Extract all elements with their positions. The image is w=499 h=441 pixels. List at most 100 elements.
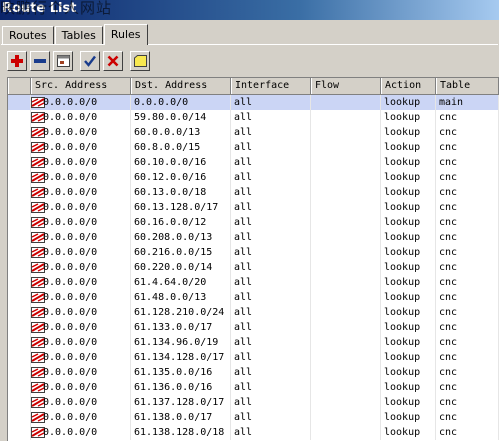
interface-cell: all: [231, 95, 311, 110]
row-flag-cell: [8, 140, 31, 155]
table-row[interactable]: 0.0.0.0/0 59.80.0.0/14 all lookup cnc: [8, 110, 499, 125]
flow-cell: [311, 365, 381, 380]
interface-cell: all: [231, 395, 311, 410]
table-row[interactable]: 0.0.0.0/0 60.12.0.0/16 all lookup cnc: [8, 170, 499, 185]
table-row[interactable]: 0.0.0.0/0 61.48.0.0/13 all lookup cnc: [8, 290, 499, 305]
table-header: Src. Address Dst. Address Interface Flow…: [8, 78, 499, 95]
src-address-text: 0.0.0.0/0: [43, 172, 98, 183]
src-address-cell: 0.0.0.0/0: [31, 95, 131, 110]
dst-address-cell: 60.10.0.0/16: [131, 155, 231, 170]
src-address-text: 0.0.0.0/0: [43, 142, 98, 153]
table-row[interactable]: 0.0.0.0/0 60.0.0.0/13 all lookup cnc: [8, 125, 499, 140]
dst-address-cell: 0.0.0.0/0: [131, 95, 231, 110]
table-cell: cnc: [436, 350, 499, 365]
action-cell: lookup: [381, 335, 436, 350]
interface-cell: all: [231, 425, 311, 440]
src-address-text: 0.0.0.0/0: [43, 127, 98, 138]
column-header-flags[interactable]: [8, 78, 31, 94]
table-row[interactable]: 0.0.0.0/0 0.0.0.0/0 all lookup main: [8, 95, 499, 110]
table-row[interactable]: 0.0.0.0/0 61.133.0.0/17 all lookup cnc: [8, 320, 499, 335]
table-row[interactable]: 0.0.0.0/0 60.13.0.0/18 all lookup cnc: [8, 185, 499, 200]
src-address-cell: 0.0.0.0/0: [31, 290, 131, 305]
flow-cell: [311, 215, 381, 230]
row-flag-cell: [8, 155, 31, 170]
table-row[interactable]: 0.0.0.0/0 61.136.0.0/16 all lookup cnc: [8, 380, 499, 395]
column-header-src[interactable]: Src. Address: [31, 78, 131, 94]
rules-table: Src. Address Dst. Address Interface Flow…: [7, 77, 499, 441]
src-address-text: 0.0.0.0/0: [43, 307, 98, 318]
src-address-text: 0.0.0.0/0: [43, 292, 98, 303]
table-row[interactable]: 0.0.0.0/0 61.4.64.0/20 all lookup cnc: [8, 275, 499, 290]
tab-tables[interactable]: Tables: [54, 26, 103, 45]
dst-address-cell: 60.8.0.0/15: [131, 140, 231, 155]
action-cell: lookup: [381, 425, 436, 440]
table-row[interactable]: 0.0.0.0/0 61.134.128.0/17 all lookup cnc: [8, 350, 499, 365]
enable-button[interactable]: [80, 51, 100, 71]
interface-cell: all: [231, 200, 311, 215]
row-flag-cell: [8, 125, 31, 140]
src-address-cell: 0.0.0.0/0: [31, 155, 131, 170]
table-cell: cnc: [436, 305, 499, 320]
table-row[interactable]: 0.0.0.0/0 61.137.128.0/17 all lookup cnc: [8, 395, 499, 410]
action-cell: lookup: [381, 260, 436, 275]
flow-cell: [311, 95, 381, 110]
table-row[interactable]: 0.0.0.0/0 61.138.0.0/17 all lookup cnc: [8, 410, 499, 425]
table-row[interactable]: 0.0.0.0/0 60.13.128.0/17 all lookup cnc: [8, 200, 499, 215]
dst-address-cell: 61.138.128.0/18: [131, 425, 231, 440]
table-cell: cnc: [436, 320, 499, 335]
dst-address-cell: 60.0.0.0/13: [131, 125, 231, 140]
dst-address-cell: 61.138.0.0/17: [131, 410, 231, 425]
src-address-cell: 0.0.0.0/0: [31, 125, 131, 140]
rules-panel: Src. Address Dst. Address Interface Flow…: [1, 44, 499, 441]
src-address-text: 0.0.0.0/0: [43, 382, 98, 393]
dst-address-cell: 60.13.128.0/17: [131, 200, 231, 215]
flow-cell: [311, 245, 381, 260]
row-flag-cell: [8, 335, 31, 350]
table-row[interactable]: 0.0.0.0/0 60.8.0.0/15 all lookup cnc: [8, 140, 499, 155]
row-flag-cell: [8, 185, 31, 200]
src-address-text: 0.0.0.0/0: [43, 232, 98, 243]
disable-button[interactable]: [103, 51, 123, 71]
table-row[interactable]: 0.0.0.0/0 60.220.0.0/14 all lookup cnc: [8, 260, 499, 275]
column-header-action[interactable]: Action: [381, 78, 436, 94]
interface-cell: all: [231, 140, 311, 155]
row-flag-cell: [8, 110, 31, 125]
add-button[interactable]: [7, 51, 27, 71]
table-cell: cnc: [436, 260, 499, 275]
action-cell: lookup: [381, 155, 436, 170]
interface-cell: all: [231, 215, 311, 230]
column-header-interface[interactable]: Interface: [231, 78, 311, 94]
row-flag-cell: [8, 395, 31, 410]
src-address-cell: 0.0.0.0/0: [31, 140, 131, 155]
interface-cell: all: [231, 260, 311, 275]
row-flag-cell: [8, 170, 31, 185]
table-row[interactable]: 0.0.0.0/0 61.128.210.0/24 all lookup cnc: [8, 305, 499, 320]
column-header-table[interactable]: Table: [436, 78, 499, 94]
flow-cell: [311, 320, 381, 335]
comment-button[interactable]: [130, 51, 150, 71]
tab-rules[interactable]: Rules: [103, 24, 148, 45]
table-row[interactable]: 0.0.0.0/0 60.16.0.0/12 all lookup cnc: [8, 215, 499, 230]
table-cell: main: [436, 95, 499, 110]
dst-address-cell: 59.80.0.0/14: [131, 110, 231, 125]
table-row[interactable]: 0.0.0.0/0 60.10.0.0/16 all lookup cnc: [8, 155, 499, 170]
column-header-dst[interactable]: Dst. Address: [131, 78, 231, 94]
src-address-cell: 0.0.0.0/0: [31, 335, 131, 350]
table-cell: cnc: [436, 110, 499, 125]
properties-button[interactable]: [53, 51, 73, 71]
remove-button[interactable]: [30, 51, 50, 71]
watermark-text: 映鹏行个人网站: [0, 0, 113, 17]
row-flag-cell: [8, 95, 31, 110]
src-address-text: 0.0.0.0/0: [43, 352, 98, 363]
table-row[interactable]: 0.0.0.0/0 60.208.0.0/13 all lookup cnc: [8, 230, 499, 245]
column-header-flow[interactable]: Flow: [311, 78, 381, 94]
table-row[interactable]: 0.0.0.0/0 61.138.128.0/18 all lookup cnc: [8, 425, 499, 440]
tab-bar: Routes Tables Rules: [2, 24, 149, 45]
table-row[interactable]: 0.0.0.0/0 61.135.0.0/16 all lookup cnc: [8, 365, 499, 380]
dst-address-cell: 61.134.96.0/19: [131, 335, 231, 350]
table-row[interactable]: 0.0.0.0/0 60.216.0.0/15 all lookup cnc: [8, 245, 499, 260]
action-cell: lookup: [381, 365, 436, 380]
dst-address-cell: 60.16.0.0/12: [131, 215, 231, 230]
tab-routes[interactable]: Routes: [2, 26, 54, 45]
table-row[interactable]: 0.0.0.0/0 61.134.96.0/19 all lookup cnc: [8, 335, 499, 350]
